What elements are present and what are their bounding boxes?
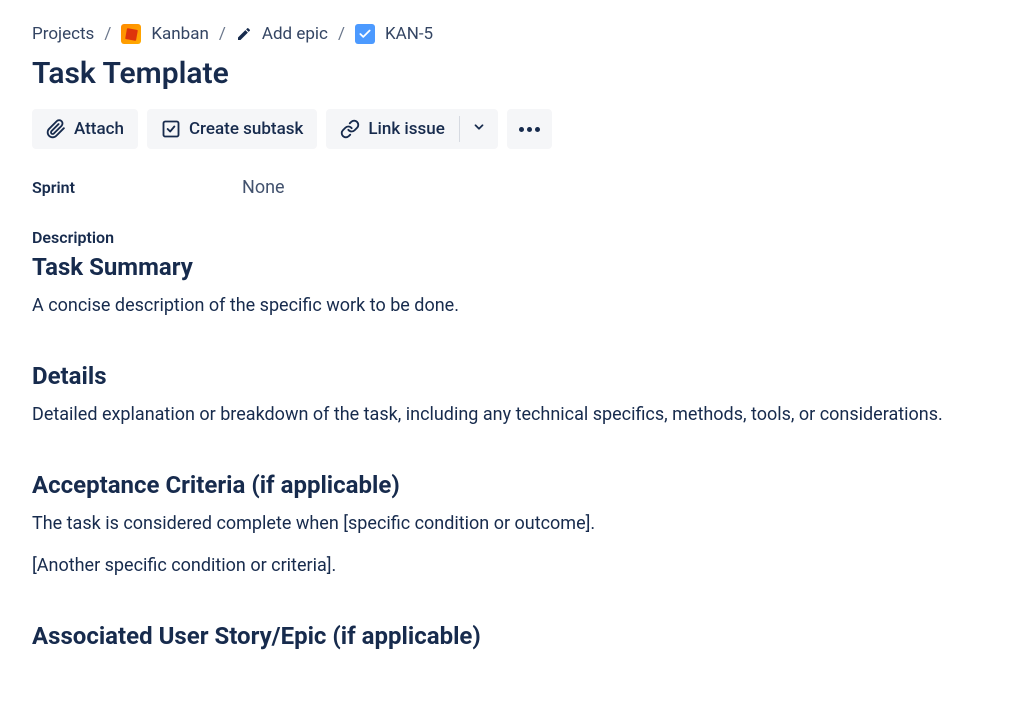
link-issue-label: Link issue: [368, 119, 444, 139]
acceptance-heading: Acceptance Criteria (if applicable): [32, 471, 992, 499]
attach-button[interactable]: Attach: [32, 109, 138, 149]
breadcrumb-issue-key[interactable]: KAN-5: [385, 24, 433, 44]
details-heading: Details: [32, 362, 992, 390]
paperclip-icon: [46, 119, 66, 139]
page-title: Task Template: [32, 56, 992, 91]
create-subtask-button[interactable]: Create subtask: [147, 109, 317, 149]
sprint-field: Sprint None: [32, 177, 992, 198]
breadcrumb-separator: /: [338, 24, 345, 44]
breadcrumb-separator: /: [219, 24, 226, 44]
summary-body: A concise description of the specific wo…: [32, 293, 992, 318]
toolbar: Attach Create subtask Link issue: [32, 109, 992, 149]
subtask-icon: [161, 119, 181, 139]
create-subtask-label: Create subtask: [189, 119, 303, 139]
acceptance-body-1: The task is considered complete when [sp…: [32, 511, 992, 536]
task-type-icon: [355, 24, 375, 44]
breadcrumb: Projects / Kanban / Add epic / KAN-5: [32, 24, 992, 44]
description-label: Description: [32, 228, 992, 247]
associated-heading: Associated User Story/Epic (if applicabl…: [32, 622, 992, 650]
acceptance-body-2: [Another specific condition or criteria]…: [32, 553, 992, 578]
pencil-icon: [236, 26, 252, 42]
kanban-project-icon: [121, 24, 141, 44]
chevron-down-icon: [472, 119, 486, 139]
link-issue-dropdown[interactable]: [460, 109, 498, 149]
link-issue-button[interactable]: Link issue: [326, 109, 458, 149]
breadcrumb-separator: /: [104, 24, 111, 44]
breadcrumb-kanban[interactable]: Kanban: [151, 24, 208, 44]
sprint-label: Sprint: [32, 178, 242, 197]
summary-heading: Task Summary: [32, 253, 992, 281]
link-issue-split-button: Link issue: [326, 109, 497, 149]
more-icon: [519, 127, 540, 132]
link-icon: [340, 119, 360, 139]
breadcrumb-projects[interactable]: Projects: [32, 24, 94, 44]
sprint-value[interactable]: None: [242, 177, 285, 198]
details-body: Detailed explanation or breakdown of the…: [32, 402, 992, 427]
more-actions-button[interactable]: [507, 109, 552, 149]
breadcrumb-add-epic[interactable]: Add epic: [262, 24, 328, 44]
attach-label: Attach: [74, 119, 124, 139]
